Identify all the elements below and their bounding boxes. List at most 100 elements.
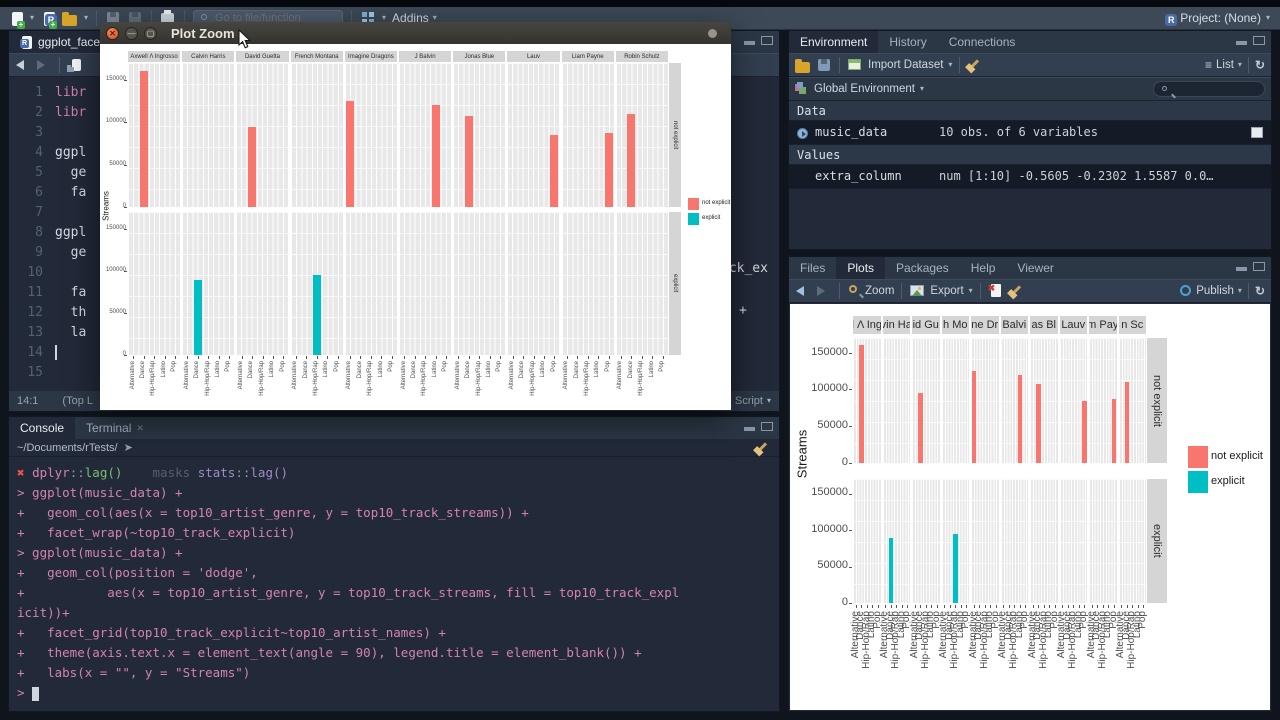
forward-icon[interactable] — [36, 57, 52, 73]
environment-pane-minmax[interactable] — [1236, 36, 1265, 45]
open-in-new-window-icon[interactable] — [67, 57, 83, 73]
facet-strip: Balvi — [1000, 316, 1028, 334]
x-tick-mark — [1038, 605, 1040, 608]
previous-plot-icon[interactable] — [795, 283, 811, 299]
publish-icon — [1178, 283, 1192, 299]
bar — [248, 126, 257, 207]
y-tick-label: 150000 — [811, 345, 848, 358]
scope-label[interactable]: (Top L — [62, 395, 93, 407]
console-caret — [32, 686, 40, 701]
toolbar-separator — [959, 57, 961, 73]
tab-terminal[interactable]: Terminal ✕ — [75, 417, 155, 439]
new-file-icon[interactable] — [8, 10, 25, 29]
facet-panel — [1030, 338, 1058, 463]
object-summary: 10 obs. of 6 variables — [939, 125, 1098, 139]
clear-plots-broom-icon[interactable] — [1009, 283, 1025, 299]
goto-directory-icon[interactable]: ➤ — [124, 441, 133, 454]
console-line: ✖ dplyr::lag() masks stats::lag() — [17, 463, 288, 483]
bar — [550, 135, 559, 207]
source-pane-minmax[interactable] — [744, 36, 773, 45]
y-tick-mark — [849, 352, 852, 354]
env-object-music-data[interactable]: music_data 10 obs. of 6 variables — [789, 121, 1271, 145]
x-tick-mark — [1102, 605, 1104, 608]
x-tick-label: Latino — [648, 361, 655, 378]
console-tabbar: Console Terminal ✕ — [9, 417, 779, 439]
window-minimize-icon[interactable]: — — [125, 26, 138, 40]
y-tick-label: 100000 — [811, 522, 848, 535]
toolbar-separator — [1247, 57, 1249, 73]
open-file-icon[interactable] — [62, 10, 78, 26]
refresh-plot-icon[interactable]: ↻ — [1255, 283, 1265, 299]
x-tick-label: Alternative — [617, 361, 624, 390]
clear-console-broom-icon[interactable] — [755, 440, 771, 456]
window-maximize-icon[interactable]: ▢ — [144, 26, 157, 40]
back-icon[interactable] — [15, 57, 31, 73]
window-title: Plot Zoom — [171, 25, 235, 41]
refresh-icon[interactable]: ↻ — [1255, 57, 1265, 73]
environment-search-box[interactable] — [1153, 81, 1265, 97]
file-type-label[interactable]: Script — [735, 395, 763, 407]
project-menu[interactable]: Project: (None) ▾ — [1161, 7, 1270, 29]
plots-pane-minmax[interactable] — [1236, 262, 1265, 271]
toolbar-separator — [1247, 283, 1249, 299]
clear-environment-broom-icon[interactable] — [967, 57, 983, 73]
window-close-icon[interactable]: ✕ — [106, 26, 119, 40]
facet-panel — [912, 338, 940, 463]
global-environment-selector[interactable]: Global Environment — [814, 83, 915, 95]
x-tick-mark — [1108, 605, 1110, 608]
facet-strip: n Sc — [1118, 316, 1146, 334]
zoom-plot-button[interactable]: Zoom — [865, 285, 894, 297]
tab-plots[interactable]: Plots — [836, 257, 886, 279]
load-workspace-icon[interactable] — [795, 57, 811, 73]
x-tick-mark — [1062, 605, 1064, 608]
x-tick-label: Hip-Hop/Rap — [583, 361, 590, 396]
tab-files[interactable]: Files — [789, 257, 836, 279]
window-menu-icon[interactable] — [708, 29, 717, 38]
plot-preview-area[interactable]: Streams l Λ Ingvin Haid Guh Mone DrBalvia… — [790, 304, 1270, 710]
tab-ggplot-facet-script[interactable]: R ggplot_face — [9, 31, 112, 53]
x-tick-label: Alternative — [508, 361, 515, 390]
close-terminal-icon[interactable]: ✕ — [136, 417, 144, 439]
facet-strip: Lauv — [1059, 316, 1087, 334]
console-pane-minmax[interactable] — [744, 422, 773, 431]
tab-connections[interactable]: Connections — [938, 31, 1027, 53]
export-plot-button[interactable]: Export — [930, 285, 963, 297]
panes-caret-icon[interactable]: ▾ — [382, 14, 386, 22]
new-project-icon[interactable] — [40, 10, 58, 29]
new-file-caret-icon[interactable]: ▾ — [30, 14, 34, 22]
facet-panel — [182, 63, 235, 207]
import-dataset-button[interactable]: Import Dataset — [868, 59, 943, 71]
tab-packages[interactable]: Packages — [885, 257, 960, 279]
x-tick-mark — [966, 605, 968, 608]
list-view-button[interactable]: List — [1216, 59, 1234, 71]
editor-line: libr — [55, 85, 87, 100]
tab-environment[interactable]: Environment — [789, 31, 879, 53]
env-object-extra-column[interactable]: extra_column num [1:10] -0.5605 -0.2302 … — [789, 165, 1271, 189]
tab-history[interactable]: History — [878, 31, 937, 53]
x-tick-mark — [327, 356, 329, 359]
expand-object-icon[interactable] — [797, 128, 808, 139]
x-tick-mark — [164, 356, 166, 359]
view-table-icon[interactable] — [1251, 127, 1263, 138]
tab-help[interactable]: Help — [960, 257, 1007, 279]
bar — [953, 533, 958, 603]
toolbar-separator — [901, 283, 903, 299]
viewer-tab-label: Viewer — [1017, 261, 1054, 275]
plot-zoom-chart: Streams Axwell Λ Ingrosso Calvin Harris Dav… — [100, 44, 731, 410]
plot-zoom-titlebar[interactable]: ✕ — ▢ Plot Zoom — [100, 22, 731, 44]
publish-button[interactable]: Publish — [1196, 285, 1234, 297]
console-line: + aes(x = top10_artist_genre, y = top10_… — [17, 583, 679, 603]
plot-zoom-window[interactable]: ✕ — ▢ Plot Zoom Streams Axwell Λ Ingrosso… — [100, 22, 731, 410]
y-tick-label: 100000 — [105, 266, 126, 273]
remove-plot-icon[interactable] — [988, 283, 1004, 299]
open-file-caret-icon[interactable]: ▾ — [84, 14, 88, 22]
save-workspace-icon[interactable] — [816, 57, 832, 73]
console-output[interactable]: ✖ dplyr::lag() masks stats::lag() > ggplo… — [9, 457, 779, 711]
next-plot-icon[interactable] — [816, 283, 832, 299]
r-script-icon: R — [20, 35, 33, 49]
tab-console[interactable]: Console — [9, 417, 76, 439]
tab-viewer[interactable]: Viewer — [1006, 257, 1064, 279]
facet-row-strip: not explicit — [1147, 338, 1167, 463]
x-tick-label: Alternative — [292, 361, 299, 390]
cursor-position-label[interactable]: 14:1 — [17, 395, 38, 407]
